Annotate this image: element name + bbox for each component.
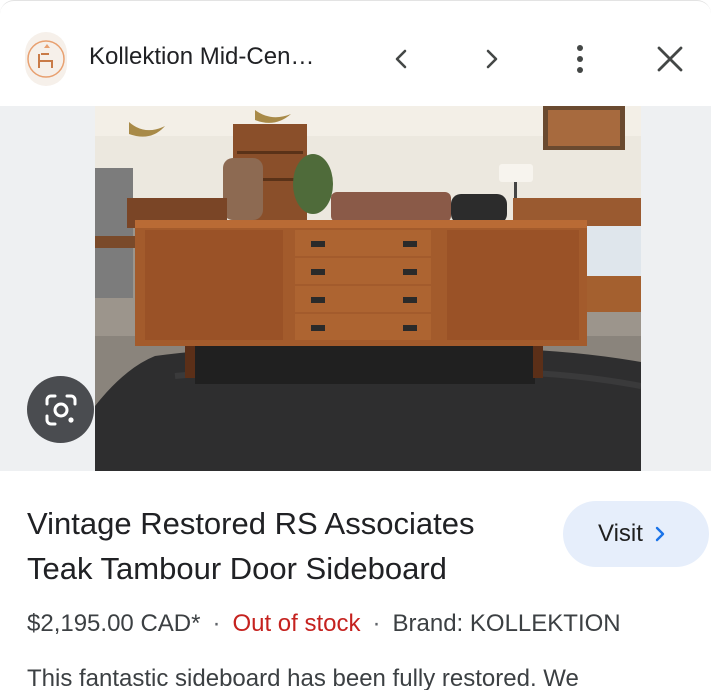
more-options-button[interactable] [558,37,602,81]
image-viewer-panel: Kollektion Mid-Cen… Vintage Restored RS … [0,0,711,690]
site-title[interactable]: Kollektion Mid-Cen… [89,43,314,71]
previous-button[interactable] [380,37,424,81]
sideboard-photo [95,106,641,471]
visit-label: Visit [598,520,643,547]
chevron-right-icon [486,49,498,69]
stock-status: Out of stock [232,610,361,637]
product-image[interactable] [95,106,641,471]
separator-dot: · [372,610,381,637]
chair-logo-icon [27,40,65,78]
next-button[interactable] [469,37,513,81]
close-icon [657,46,683,72]
product-description: This fantastic sideboard has been fully … [27,665,579,690]
price: $2,195.00 CAD* [27,610,201,637]
more-vert-icon [577,45,583,73]
google-lens-icon [45,394,76,425]
google-lens-button[interactable] [27,376,94,443]
visit-button[interactable]: Visit [563,501,709,567]
product-title[interactable]: Vintage Restored RS Associates Teak Tamb… [27,501,547,591]
separator-dot: · [212,610,221,637]
viewer-header: Kollektion Mid-Cen… [0,1,711,106]
chevron-right-icon [653,525,667,543]
brand: Brand: KOLLEKTION [392,610,621,637]
site-favicon[interactable] [25,32,67,86]
product-meta: $2,195.00 CAD* · Out of stock · Brand: K… [27,610,621,638]
close-button[interactable] [648,37,692,81]
image-area [0,106,711,471]
chevron-left-icon [395,49,407,69]
